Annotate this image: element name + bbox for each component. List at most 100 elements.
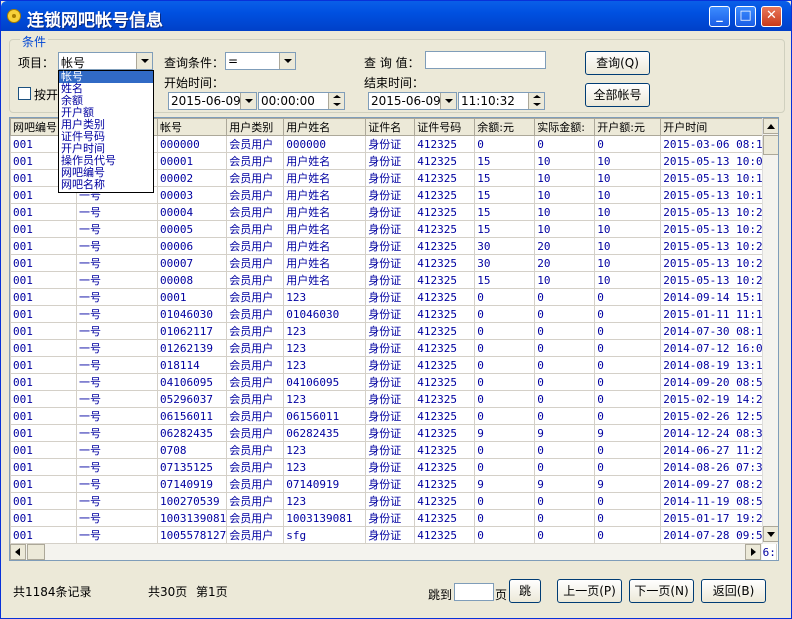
table-row[interactable]: 001 一号 00004 会员用户 用户姓名 身份证 412325 15 10 10 2015-05… [10,203,777,221]
table-cell: 07140919 [156,475,228,493]
table-cell: 001 [10,339,77,357]
end-time-value: 11:10:32 [461,94,515,108]
table-cell: 06156011 [156,407,228,425]
item-dropdown-list[interactable]: 帐号 姓名 余额 开户额 用户类别 证件号码 开户时间 操作员代号 网吧编号 网吧名称 [58,70,154,193]
column-header[interactable]: 证件名 [365,118,416,136]
vertical-scrollbar[interactable] [762,118,778,544]
table-row[interactable]: 001 一号 01046030 会员用户 01046030 身份证 412325 0 0 0 201… [10,305,777,323]
table-cell: 10 [594,237,662,255]
table-row[interactable]: 001 一号 07135125 会员用户 123 身份证 412325 0 0 0 2014-08-… [10,458,777,476]
main-window: 连锁网吧帐号信息 _ □ ✕ 条件 项目： 帐号 查询条件： = 查 询 值： … [0,0,792,619]
table-cell: 0 [594,492,662,510]
table-row[interactable]: 001 一号 01262139 会员用户 123 身份证 412325 0 0 0 2014-07-… [10,339,777,357]
table-row[interactable]: 001 一号 00008 会员用户 用户姓名 身份证 412325 15 10 10 2015-05… [10,271,777,289]
table-cell: 412325 [414,288,476,306]
all-accounts-button[interactable]: 全部帐号 [585,83,650,107]
table-cell: 9 [474,475,536,493]
table-cell: 2015-05-13 10:10: [660,186,777,204]
table-cell: 一号 [76,373,158,391]
item-label: 项目： [18,56,55,70]
column-header[interactable]: 用户姓名 [283,118,367,136]
table-cell: 0 [594,356,662,374]
query-value-input[interactable] [425,51,546,69]
table-row[interactable]: 001 一号 1003139081 会员用户 1003139081 身份证 412325 0 0… [10,509,777,527]
chevron-down-icon[interactable] [136,53,152,69]
maximize-button[interactable]: □ [735,6,756,27]
query-value-label: 查 询 值： [364,56,420,70]
table-cell: 9 [594,424,662,442]
table-cell: 0 [534,339,596,357]
table-row[interactable]: 001 一号 00005 会员用户 用户姓名 身份证 412325 15 10 10 2015-05… [10,220,777,238]
minimize-button[interactable]: _ [709,6,730,27]
horizontal-scroll-thumb[interactable] [27,544,45,560]
cond-select[interactable]: = [225,52,296,70]
dropdown-option[interactable]: 网吧名称 [59,179,153,191]
table-cell: 身份证 [365,390,416,408]
table-row[interactable]: 001 一号 07140919 会员用户 07140919 身份证 412325 9 9 9 201… [10,475,777,493]
table-cell: 0 [594,458,662,476]
query-button[interactable]: 查询(Q) [585,51,650,75]
scroll-left-icon[interactable] [10,544,26,560]
table-row[interactable]: 001 一号 00007 会员用户 用户姓名 身份证 412325 30 20 10 2015-05… [10,254,777,272]
end-time-input[interactable]: 11:10:32 [458,92,545,110]
table-cell: 一号 [77,561,158,562]
table-cell: 身份证 [365,288,416,306]
table-row[interactable]: 001 一号 00006 会员用户 用户姓名 身份证 412325 30 20 10 2015-05… [10,237,777,255]
window-title: 连锁网吧帐号信息 [27,11,163,31]
table-cell: 100270539 [156,492,228,510]
jump-button[interactable]: 跳 [509,579,541,603]
next-page-button[interactable]: 下一页(N) [629,579,694,603]
vertical-scroll-thumb[interactable] [763,135,778,155]
prev-page-button[interactable]: 上一页(P) [557,579,622,603]
start-time-input[interactable]: 00:00:00 [258,92,345,110]
table-cell: 001 [10,254,77,272]
time-filter-checkbox[interactable] [18,87,31,100]
item-select[interactable]: 帐号 [58,52,153,70]
column-header[interactable]: 开户额:元 [594,118,662,136]
table-cell: 用户姓名 [283,169,367,187]
column-header[interactable]: 帐号 [156,118,228,136]
chevron-down-icon[interactable] [440,93,456,109]
table-row[interactable]: 001 一号 100270539 会员用户 123 身份证 412325 0 0 0 2014-11… [10,492,777,510]
start-date-picker[interactable]: 2015-06-09 [168,92,257,110]
table-cell: 15 [474,186,536,204]
column-header[interactable]: 用户类别 [226,118,285,136]
horizontal-scrollbar[interactable] [10,544,762,560]
scroll-right-icon[interactable] [745,544,761,560]
table-cell: 1009206343 [158,561,227,562]
start-time-spinner[interactable] [328,93,344,109]
title-bar[interactable]: 连锁网吧帐号信息 _ □ ✕ [1,1,791,31]
column-header[interactable]: 证件号码 [414,118,476,136]
end-time-spinner[interactable] [528,93,544,109]
column-header[interactable]: 实际金额: [534,118,596,136]
table-row[interactable]: 001 一号 04106095 会员用户 04106095 身份证 412325 0 0 0 201… [10,373,777,391]
table-cell: 000000 [156,135,228,153]
table-row[interactable]: 001 一号 01062117 会员用户 123 身份证 412325 0 0 0 2014-07-… [10,322,777,340]
table-row[interactable]: 001 一号 05296037 会员用户 123 身份证 412325 0 0 0 2015-02-… [10,390,777,408]
table-cell: 2014-06-27 11:24: [660,441,777,459]
table-row[interactable]: 001 一号 06282435 会员用户 06282435 身份证 412325 9 9 9 201… [10,424,777,442]
close-button[interactable]: ✕ [761,6,782,27]
start-date-value: 2015-06-09 [171,94,241,108]
table-row[interactable]: 001 一号 0708 会员用户 123 身份证 412325 0 0 0 2014-06-27 1… [10,441,777,459]
jump-page-input[interactable] [454,583,494,601]
chevron-down-icon[interactable] [279,53,295,69]
table-row[interactable]: 001一号1009206343会员用户abc身份证4123250002014-0… [11,561,777,562]
table-cell: 2015-05-13 10:06: [660,152,777,170]
table-cell: 00002 [156,169,228,187]
table-row[interactable]: 001 一号 018114 会员用户 123 身份证 412325 0 0 0 2014-08-19… [10,356,777,374]
table-row[interactable]: 001 一号 0001 会员用户 123 身份证 412325 0 0 0 2014-09-14 1… [10,288,777,306]
table-cell: 412325 [414,373,476,391]
table-cell: 10 [594,186,662,204]
table-row[interactable]: 001 一号 06156011 会员用户 06156011 身份证 412325 0 0 0 201… [10,407,777,425]
table-row[interactable]: 001 一号 1005578127 会员用户 sfg 身份证 412325 0 0 0 2014-0… [10,526,777,544]
column-header[interactable]: 余额:元 [474,118,536,136]
table-cell: 身份证 [365,356,416,374]
back-button[interactable]: 返回(B) [701,579,766,603]
end-date-picker[interactable]: 2015-06-09 [368,92,457,110]
column-header[interactable]: 开户时间 [660,118,777,136]
scroll-down-icon[interactable] [763,526,778,542]
chevron-down-icon[interactable] [240,93,256,109]
table-cell: 身份证 [365,220,416,238]
scroll-up-icon[interactable] [763,118,778,134]
